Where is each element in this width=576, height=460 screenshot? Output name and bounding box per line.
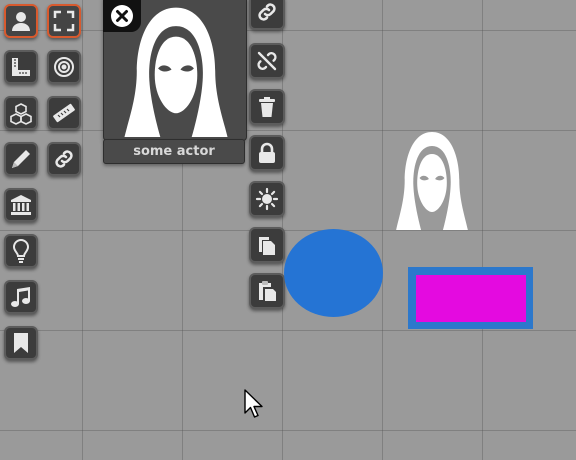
bank-icon bbox=[11, 195, 31, 215]
pencil-icon bbox=[12, 150, 30, 168]
boxes-tool-button[interactable] bbox=[4, 96, 38, 130]
target-tool-button[interactable] bbox=[47, 50, 81, 84]
lightbulb-icon bbox=[12, 239, 30, 263]
person-icon bbox=[12, 12, 30, 31]
person-tool-button[interactable] bbox=[4, 4, 38, 38]
brightness-button[interactable] bbox=[249, 181, 285, 217]
link-button[interactable] bbox=[249, 0, 285, 30]
actor-token[interactable] bbox=[393, 130, 471, 230]
copy-button[interactable] bbox=[249, 227, 285, 263]
copy-icon bbox=[259, 237, 275, 255]
unlink-button[interactable] bbox=[249, 43, 285, 79]
lock-icon bbox=[259, 142, 275, 163]
link-icon bbox=[55, 150, 73, 168]
measure-tool-button[interactable] bbox=[4, 50, 38, 84]
hooded-figure-icon bbox=[396, 132, 468, 230]
bookmark-icon bbox=[14, 333, 28, 353]
unlink-icon bbox=[257, 51, 277, 71]
actor-name-label: some actor bbox=[103, 139, 245, 164]
music-tool-button[interactable] bbox=[4, 280, 38, 314]
link-icon bbox=[258, 3, 276, 21]
delete-button[interactable] bbox=[249, 89, 285, 125]
ruler-tool-button[interactable] bbox=[47, 96, 81, 130]
sun-icon bbox=[255, 187, 279, 211]
blue-ellipse-shape[interactable] bbox=[284, 229, 383, 317]
paste-button[interactable] bbox=[249, 273, 285, 309]
close-circle-icon bbox=[111, 5, 133, 27]
trash-icon bbox=[259, 97, 275, 117]
lightbulb-tool-button[interactable] bbox=[4, 234, 38, 268]
link-tool-button[interactable] bbox=[47, 142, 81, 176]
paste-icon bbox=[259, 281, 276, 301]
bookmark-tool-button[interactable] bbox=[4, 326, 38, 360]
bank-tool-button[interactable] bbox=[4, 188, 38, 222]
ruler-icon bbox=[53, 103, 75, 123]
magenta-rectangle-shape[interactable] bbox=[416, 275, 526, 322]
pencil-tool-button[interactable] bbox=[4, 142, 38, 176]
target-icon bbox=[54, 57, 74, 77]
ruler-square-icon bbox=[12, 58, 30, 76]
cubes-icon bbox=[10, 103, 32, 125]
lock-button[interactable] bbox=[249, 135, 285, 171]
close-actor-button[interactable] bbox=[103, 0, 141, 32]
fullscreen-icon bbox=[53, 10, 75, 32]
fullscreen-tool-button[interactable] bbox=[47, 4, 81, 38]
mouse-cursor-icon bbox=[244, 389, 263, 418]
music-note-icon bbox=[11, 287, 30, 307]
